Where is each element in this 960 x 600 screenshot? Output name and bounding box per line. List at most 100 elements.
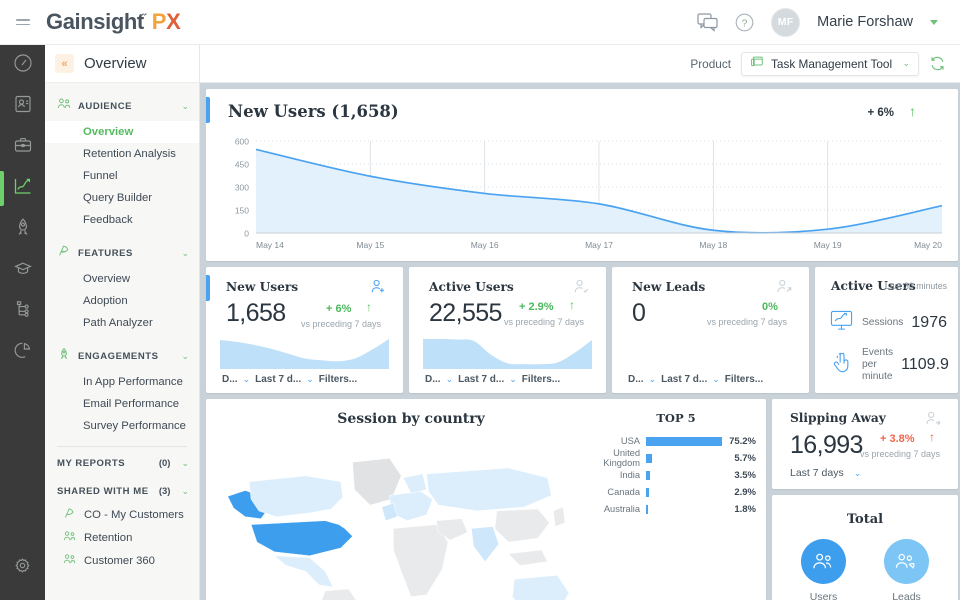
chart-plot: 6004503001500May 14May 15May 16May 17May… bbox=[220, 135, 946, 255]
top5-panel: TOP 5 USA75.2%United Kingdom5.7%India3.5… bbox=[590, 411, 762, 518]
brand-name: Gainsight bbox=[46, 9, 144, 35]
sidebar-item-customer-360[interactable]: Customer 360 bbox=[45, 549, 199, 572]
slipping-percent: + 3.8% bbox=[880, 433, 915, 445]
total-label: Leads bbox=[892, 591, 921, 600]
kpi-filters-button[interactable]: Filters... bbox=[319, 374, 357, 385]
chevron-down-icon[interactable]: ⌄ bbox=[712, 374, 720, 385]
rail-item-analytics[interactable] bbox=[0, 168, 45, 209]
rocket-icon bbox=[57, 347, 71, 365]
chevron-down-icon[interactable]: ⌄ bbox=[854, 468, 862, 479]
rail-item-products[interactable] bbox=[0, 127, 45, 168]
rail-item-sitemap[interactable] bbox=[0, 291, 45, 332]
realtime-row-sessions: Sessions 1976 bbox=[829, 309, 947, 337]
shared-item-label: Customer 360 bbox=[84, 555, 155, 567]
total-cell-leads[interactable]: Leads bbox=[884, 539, 929, 600]
avatar-initials: MF bbox=[778, 16, 794, 28]
kpi-range-select[interactable]: Last 7 d... bbox=[255, 374, 301, 385]
sidebar-group-my-reports[interactable]: MY REPORTS (0) ⌄ bbox=[45, 451, 199, 475]
svg-text:May 15: May 15 bbox=[356, 240, 384, 250]
chevron-down-icon[interactable]: ⌄ bbox=[181, 458, 189, 469]
slipping-range-select[interactable]: Last 7 days bbox=[790, 467, 844, 479]
chat-icon[interactable] bbox=[697, 13, 718, 32]
top5-bar-container bbox=[640, 488, 722, 497]
total-cell-users[interactable]: Users bbox=[801, 539, 846, 600]
top5-country-name: Australia bbox=[590, 505, 640, 515]
chevron-down-icon[interactable]: ⌄ bbox=[649, 374, 657, 385]
top5-bar-container bbox=[640, 471, 722, 480]
trend-up-arrow-icon: ↑ bbox=[909, 103, 916, 119]
help-circle-icon[interactable]: ? bbox=[735, 13, 754, 32]
sidebar-group-engagements[interactable]: ENGAGEMENTS ⌄ bbox=[45, 340, 199, 371]
chevron-down-icon[interactable]: ⌄ bbox=[243, 374, 251, 385]
contacts-card-icon bbox=[13, 94, 33, 119]
sitemap-icon bbox=[13, 299, 33, 324]
sessions-monitor-icon bbox=[829, 309, 854, 337]
chevron-down-icon[interactable]: ⌄ bbox=[306, 374, 314, 385]
pie-chart-icon bbox=[13, 340, 33, 365]
svg-text:May 14: May 14 bbox=[256, 240, 284, 250]
sidebar-item-query-builder[interactable]: Query Builder bbox=[45, 187, 199, 209]
kpi-range-select[interactable]: Last 7 d... bbox=[458, 374, 504, 385]
top5-bar bbox=[646, 505, 648, 514]
user-menu-chevron-down-icon[interactable] bbox=[930, 20, 938, 25]
rail-item-engagements[interactable] bbox=[0, 209, 45, 250]
kpi-dimension-select[interactable]: D... bbox=[222, 374, 238, 385]
rail-item-settings[interactable] bbox=[0, 547, 45, 588]
chevron-down-icon[interactable]: ⌄ bbox=[902, 58, 910, 69]
avatar[interactable]: MF bbox=[771, 8, 800, 37]
top5-country-name: India bbox=[590, 471, 640, 481]
user-check-icon bbox=[573, 278, 590, 300]
leads-group-icon bbox=[884, 539, 929, 584]
rail-item-dashboard[interactable] bbox=[0, 45, 45, 86]
sidebar-item-retention[interactable]: Retention bbox=[45, 526, 199, 549]
sidebar-item-retention-analysis[interactable]: Retention Analysis bbox=[45, 143, 199, 165]
top5-bar-container bbox=[640, 505, 722, 514]
chevron-down-icon[interactable]: ⌄ bbox=[181, 351, 189, 362]
sidebar-item-features-overview[interactable]: Overview bbox=[45, 268, 199, 290]
realtime-label: Sessions bbox=[862, 317, 903, 329]
sidebar-group-shared-with-me[interactable]: SHARED WITH ME (3) ⌄ bbox=[45, 479, 199, 503]
trend-up-arrow-icon: ↑ bbox=[569, 298, 575, 312]
chevron-down-icon[interactable]: ⌄ bbox=[181, 486, 189, 497]
sidebar-group-audience[interactable]: AUDIENCE ⌄ bbox=[45, 90, 199, 121]
sidebar-group-label: FEATURES bbox=[78, 248, 174, 259]
product-selector[interactable]: Task Management Tool ⌄ bbox=[741, 52, 919, 76]
top5-country-name: United Kingdom bbox=[590, 449, 640, 468]
kpi-dimension-select[interactable]: D... bbox=[628, 374, 644, 385]
rail-item-reports[interactable] bbox=[0, 332, 45, 373]
sidebar-item-audience-overview[interactable]: Overview bbox=[45, 121, 199, 143]
sidebar-item-feedback[interactable]: Feedback bbox=[45, 209, 199, 231]
sidebar-item-in-app-performance[interactable]: In App Performance bbox=[45, 371, 199, 393]
sidebar-item-survey-performance[interactable]: Survey Performance bbox=[45, 415, 199, 437]
sidebar-collapse-button[interactable]: « bbox=[55, 54, 74, 73]
feature-flag-icon bbox=[63, 507, 76, 522]
kpi-sparkline bbox=[423, 335, 592, 369]
svg-text:May 18: May 18 bbox=[699, 240, 727, 250]
rail-item-knowledge[interactable] bbox=[0, 250, 45, 291]
sidebar-item-email-performance[interactable]: Email Performance bbox=[45, 393, 199, 415]
kpi-dimension-select[interactable]: D... bbox=[425, 374, 441, 385]
svg-text:150: 150 bbox=[235, 206, 249, 216]
rail-item-contacts[interactable] bbox=[0, 86, 45, 127]
chevron-down-icon[interactable]: ⌄ bbox=[181, 248, 189, 259]
chevron-down-icon[interactable]: ⌄ bbox=[509, 374, 517, 385]
kpi-percent: 0% bbox=[762, 301, 778, 313]
kpi-filters-button[interactable]: Filters... bbox=[522, 374, 560, 385]
sidebar-group-features[interactable]: FEATURES ⌄ bbox=[45, 237, 199, 268]
refresh-icon[interactable] bbox=[929, 55, 946, 72]
sidebar-item-funnel[interactable]: Funnel bbox=[45, 165, 199, 187]
top5-title: TOP 5 bbox=[590, 411, 762, 425]
sidebar-item-path-analyzer[interactable]: Path Analyzer bbox=[45, 312, 199, 334]
kpi-range-select[interactable]: Last 7 d... bbox=[661, 374, 707, 385]
sidebar-item-co-my-customers[interactable]: CO - My Customers bbox=[45, 503, 199, 526]
kpi-filters-button[interactable]: Filters... bbox=[725, 374, 763, 385]
kpi-title: New Users bbox=[226, 280, 298, 294]
sidebar-item-adoption[interactable]: Adoption bbox=[45, 290, 199, 312]
slipping-controls: Last 7 days ⌄ bbox=[790, 467, 861, 479]
brand-x: X bbox=[166, 9, 180, 35]
feature-flag-icon bbox=[57, 244, 71, 262]
chevron-down-icon[interactable]: ⌄ bbox=[181, 101, 189, 112]
username-label[interactable]: Marie Forshaw bbox=[817, 14, 913, 30]
hamburger-icon[interactable] bbox=[0, 0, 46, 45]
chevron-down-icon[interactable]: ⌄ bbox=[446, 374, 454, 385]
